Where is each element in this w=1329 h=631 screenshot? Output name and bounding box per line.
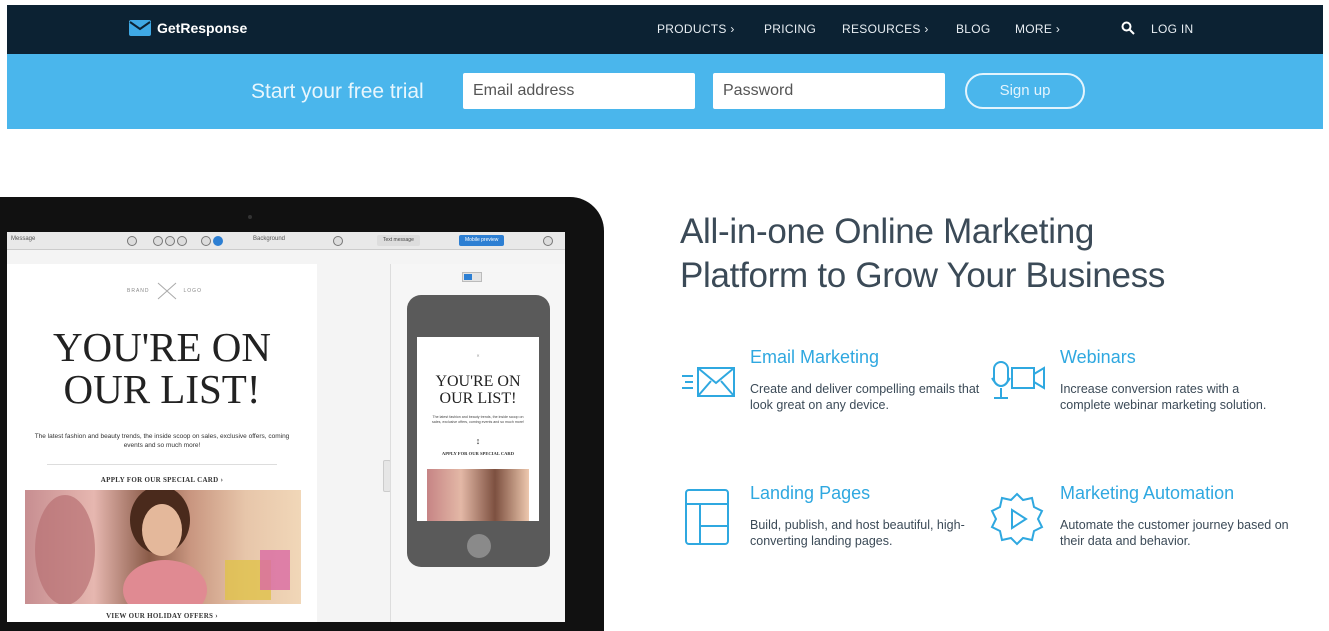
phone-email-preview: ✕ YOU'RE ON OUR LIST! The latest fashion…	[417, 337, 539, 521]
email-field[interactable]	[463, 73, 695, 109]
phone-arrow-icon: ↕	[475, 436, 481, 446]
phone-brand-logo: ✕	[476, 353, 480, 358]
phone-headline-2: OUR LIST!	[439, 390, 517, 407]
device-toggle	[462, 272, 482, 282]
feature-email-marketing-title[interactable]: Email Marketing	[750, 347, 879, 368]
feature-landing-pages-title[interactable]: Landing Pages	[750, 483, 870, 504]
layout-icon	[685, 489, 729, 545]
nav-blog[interactable]: BLOG	[956, 22, 991, 36]
camera-dot	[248, 215, 252, 219]
logo-envelope-icon	[129, 20, 151, 36]
phone-cta: APPLY FOR OUR SPECIAL CARD	[441, 451, 515, 456]
toolbar-settings-icon	[543, 236, 553, 246]
toolbar-circle-icon	[201, 236, 211, 246]
signup-button[interactable]: Sign up	[965, 73, 1085, 109]
feature-webinars-title[interactable]: Webinars	[1060, 347, 1136, 368]
brand-name: GetResponse	[157, 20, 248, 36]
photo-illustration	[35, 490, 290, 604]
envelope-icon	[682, 367, 735, 397]
phone-body-text: The latest fashion and beauty trends, th…	[431, 415, 525, 424]
phone-photo	[427, 469, 529, 521]
email-preview: BRAND LOGO YOU'RE ON OUR LIST! The lates…	[7, 264, 317, 622]
toolbar-message-label: Message	[11, 236, 36, 242]
email-headline-2: OUR LIST!	[63, 366, 261, 412]
divider	[47, 464, 277, 465]
toolbar-background-label: Background	[253, 236, 286, 242]
toolbar-circle-icon	[177, 236, 187, 246]
toolbar-circle-icon	[333, 236, 343, 246]
hero-headline-line-1: All-in-one Online Marketing	[680, 212, 1095, 251]
hero-headline-line-2: Platform to Grow Your Business	[680, 256, 1166, 295]
nav-login[interactable]: LOG IN	[1151, 22, 1193, 36]
gear-play-icon	[990, 492, 1044, 546]
toolbar-circle-icon	[127, 236, 137, 246]
email-cta: APPLY FOR OUR SPECIAL CARD ›	[100, 476, 224, 484]
nav-more[interactable]: MORE ›	[1015, 22, 1060, 36]
email-brand-logo: BRAND LOGO	[127, 282, 202, 300]
toolbar-circle-icon	[153, 236, 163, 246]
top-navigation: GetResponse PRODUCTS › PRICING RESOURCES…	[7, 5, 1323, 54]
text-message-button: Text message	[377, 235, 420, 246]
phone-headline-1: YOU'RE ON	[435, 373, 521, 390]
email-footer-cta: VIEW OUR HOLIDAY OFFERS ›	[106, 612, 218, 620]
hero-headline: All-in-one Online Marketing Platform to …	[680, 210, 1300, 298]
feature-webinars-desc: Increase conversion rates with a complet…	[1060, 382, 1267, 412]
feature-marketing-automation-title[interactable]: Marketing Automation	[1060, 483, 1234, 504]
toolbar-circle-icon	[165, 236, 175, 246]
search-icon[interactable]	[1121, 21, 1135, 35]
nav-resources[interactable]: RESOURCES ›	[842, 22, 929, 36]
nav-pricing[interactable]: PRICING	[764, 22, 816, 36]
shopping-women-photo	[25, 490, 301, 604]
mobile-device-icon	[464, 274, 472, 280]
brand-right-text: LOGO	[183, 288, 202, 294]
brand-left-text: BRAND	[127, 288, 150, 294]
phone-home-button	[467, 534, 491, 558]
x-mark-icon	[157, 282, 176, 300]
email-headline-1: YOU'RE ON	[52, 324, 272, 370]
email-body-text: The latest fashion and beauty trends, th…	[34, 433, 290, 449]
nav-products[interactable]: PRODUCTS ›	[657, 22, 735, 36]
laptop-mockup: Message Background Text message Mobile p…	[0, 197, 604, 631]
trial-label: Start your free trial	[251, 80, 424, 103]
webcam-icon	[991, 361, 1045, 399]
brand-logo[interactable]: GetResponse	[129, 20, 247, 36]
editor-toolbar: Message Background Text message Mobile p…	[7, 232, 565, 250]
feature-landing-pages-desc: Build, publish, and host beautiful, high…	[750, 518, 965, 548]
toolbar-circle-icon	[213, 236, 223, 246]
free-trial-bar: Start your free trial Sign up	[7, 54, 1323, 129]
editor-screenshot: Message Background Text message Mobile p…	[7, 232, 565, 622]
feature-marketing-automation-desc: Automate the customer journey based on t…	[1060, 518, 1289, 548]
password-field[interactable]	[713, 73, 945, 109]
mobile-preview-button: Mobile preview	[459, 235, 505, 246]
feature-email-marketing-desc: Create and deliver compelling emails tha…	[750, 382, 980, 412]
